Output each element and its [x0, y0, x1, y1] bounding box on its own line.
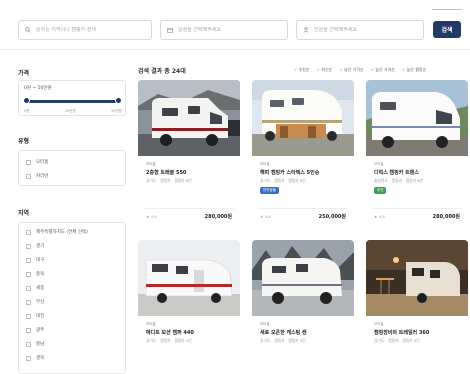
listing-card[interactable]: 모터홈 에디트 모션 캠퍼 440 경기도 · 캠핑카 · 캠핑카 4인	[138, 240, 240, 374]
listing-location: 충청북도 · 캠핑카 · 캠핑카 6인	[374, 178, 424, 183]
listing-location: 경기도 · 캠핑카 · 캠핑카 6인	[146, 178, 192, 183]
price-slider-track[interactable]	[26, 100, 118, 103]
listing-location: 경기도 · 캠핑카 · 캠핑카 4인	[374, 338, 420, 343]
listing-type: 모터홈	[374, 322, 384, 326]
checkbox[interactable]	[26, 341, 31, 347]
guests-field[interactable]	[296, 20, 424, 40]
listing-price: 280,000원	[432, 214, 460, 220]
listing-location: 경기도 · 캠핑카 · 캠핑카 4인	[146, 338, 192, 343]
header-line	[432, 9, 462, 10]
listing-type: 모터홈	[146, 322, 156, 326]
listing-name[interactable]: 에디트 모션 캠퍼 440	[146, 329, 194, 336]
price-slider-min-handle[interactable]	[22, 97, 30, 104]
region-option[interactable]: 경북	[26, 355, 44, 361]
listing-rating: ★ 4.9	[374, 214, 385, 219]
sort-options: ✓ 추천순 ✓ 최신순 ✓ 낮은 가격순 ✓ 높은 가격순 ✓ 높은 평점순	[294, 67, 426, 73]
search-bar: 검색	[0, 0, 470, 50]
listing-rating: ★ 4.8	[260, 214, 271, 219]
listing-type: 모터홈	[260, 322, 270, 326]
listing-badge: 반려동물	[260, 187, 279, 194]
region-option[interactable]: 대전	[26, 313, 44, 319]
checkbox[interactable]	[26, 229, 31, 235]
date-field[interactable]	[160, 20, 288, 40]
sort-option[interactable]: ✓ 낮은 가격순	[339, 67, 363, 73]
listing-type: 모터홈	[374, 162, 384, 166]
checkbox[interactable]	[26, 313, 31, 319]
listing-price: 280,000원	[204, 214, 232, 220]
location-search-input[interactable]	[36, 27, 151, 33]
listing-name[interactable]: 캠핑장비의 트레일러 360	[374, 329, 429, 336]
calendar-icon	[167, 27, 173, 33]
camper-photo	[252, 240, 354, 316]
price-filter-title: 가격	[18, 70, 30, 77]
search-icon	[25, 27, 31, 33]
region-option[interactable]: 충남	[26, 341, 44, 347]
camper-photo	[366, 80, 468, 156]
card-divider	[144, 208, 234, 209]
sort-option[interactable]: ✓ 높은 가격순	[371, 67, 395, 73]
type-option[interactable]: 카라반	[26, 173, 48, 179]
camper-photo	[366, 240, 468, 316]
checkbox[interactable]	[26, 355, 31, 361]
listing-badge: 추천	[374, 187, 387, 194]
listing-location: 경기도 · 캠핑카 · 캠핑카 4인	[260, 338, 306, 343]
region-filter-title: 지역	[18, 210, 30, 217]
checkbox[interactable]	[26, 299, 31, 305]
region-option[interactable]: 충북	[26, 271, 44, 277]
price-tick: 25만원	[64, 109, 76, 113]
region-option[interactable]: 경기	[26, 243, 44, 249]
price-slider-max-handle[interactable]	[114, 97, 122, 104]
card-divider	[258, 208, 348, 209]
listing-rating: ★ 4.9	[146, 214, 157, 219]
listing-card[interactable]: 모터홈 새로 오픈한 캐스팅 캔 경기도 · 캠핑카 · 캠핑카 4인	[252, 240, 354, 374]
sort-option[interactable]: ✓ 추천순	[294, 67, 310, 73]
sort-option[interactable]: ✓ 최신순	[317, 67, 333, 73]
price-slider-ticks: 0원 25만원 50만원	[24, 109, 122, 114]
price-range-label: 0원 ~ 50만원	[24, 86, 52, 91]
region-option[interactable]: 세종	[26, 285, 44, 291]
checkbox[interactable]	[26, 285, 31, 291]
listing-type: 모터홈	[146, 162, 156, 166]
region-option[interactable]: 광주	[26, 327, 44, 333]
listing-location: 경기도 · 캠핑카 · 캠핑카 6인	[260, 178, 306, 183]
search-button[interactable]: 검색	[433, 21, 461, 38]
results-title: 검색 결과 총 24대	[138, 68, 186, 75]
camper-photo	[252, 80, 354, 156]
card-divider	[372, 208, 462, 209]
sort-option[interactable]: ✓ 높은 평점순	[402, 67, 426, 73]
listing-name[interactable]: 해피 캠핑카 스타렉스 5인승	[260, 169, 319, 176]
checkbox[interactable]	[26, 159, 31, 165]
price-tick: 0원	[24, 109, 30, 113]
listing-card[interactable]: 모터홈 해피 캠핑카 스타렉스 5인승 경기도 · 캠핑카 · 캠핑카 6인 반…	[252, 80, 354, 230]
listing-price: 250,000원	[318, 214, 346, 220]
camper-photo	[138, 240, 240, 316]
type-filter-title: 유형	[18, 138, 30, 145]
guests-input[interactable]	[314, 27, 423, 33]
listing-card[interactable]: 모터홈 2층형 트래블 550 경기도 · 캠핑카 · 캠핑카 6인 ★ 4.9…	[138, 80, 240, 230]
type-filter-panel: 모터홈 카라반	[18, 150, 126, 186]
checkbox[interactable]	[26, 257, 31, 263]
camper-photo	[138, 80, 240, 156]
price-filter-panel: 0원 ~ 50만원 0원 25만원 50만원	[18, 80, 126, 116]
listing-card[interactable]: 모터홈 디럭스 캠핑카 트랜스 충청북도 · 캠핑카 · 캠핑카 6인 추천 ★…	[366, 80, 468, 230]
type-option[interactable]: 모터홈	[26, 159, 48, 165]
checkbox[interactable]	[26, 243, 31, 249]
checkbox[interactable]	[26, 173, 31, 179]
date-input[interactable]	[178, 27, 287, 33]
checkbox[interactable]	[26, 327, 31, 333]
listing-type: 모터홈	[260, 162, 270, 166]
location-search-field[interactable]	[18, 20, 152, 40]
region-option[interactable]: 부산	[26, 299, 44, 305]
person-icon	[303, 27, 309, 33]
listing-name[interactable]: 새로 오픈한 캐스팅 캔	[260, 329, 307, 336]
price-tick: 50만원	[111, 109, 122, 113]
region-option[interactable]: 제주특별자치도 (전체 선택)	[26, 229, 88, 235]
listing-card[interactable]: 모터홈 캠핑장비의 트레일러 360 경기도 · 캠핑카 · 캠핑카 4인	[366, 240, 468, 374]
listing-name[interactable]: 디럭스 캠핑카 트랜스	[374, 169, 419, 176]
listing-name[interactable]: 2층형 트래블 550	[146, 169, 186, 176]
region-option[interactable]: 대구	[26, 257, 44, 263]
checkbox[interactable]	[26, 271, 31, 277]
region-filter-panel: 제주특별자치도 (전체 선택) 경기 대구 충북 세종 부산 대전 광주 충남 …	[18, 222, 126, 374]
